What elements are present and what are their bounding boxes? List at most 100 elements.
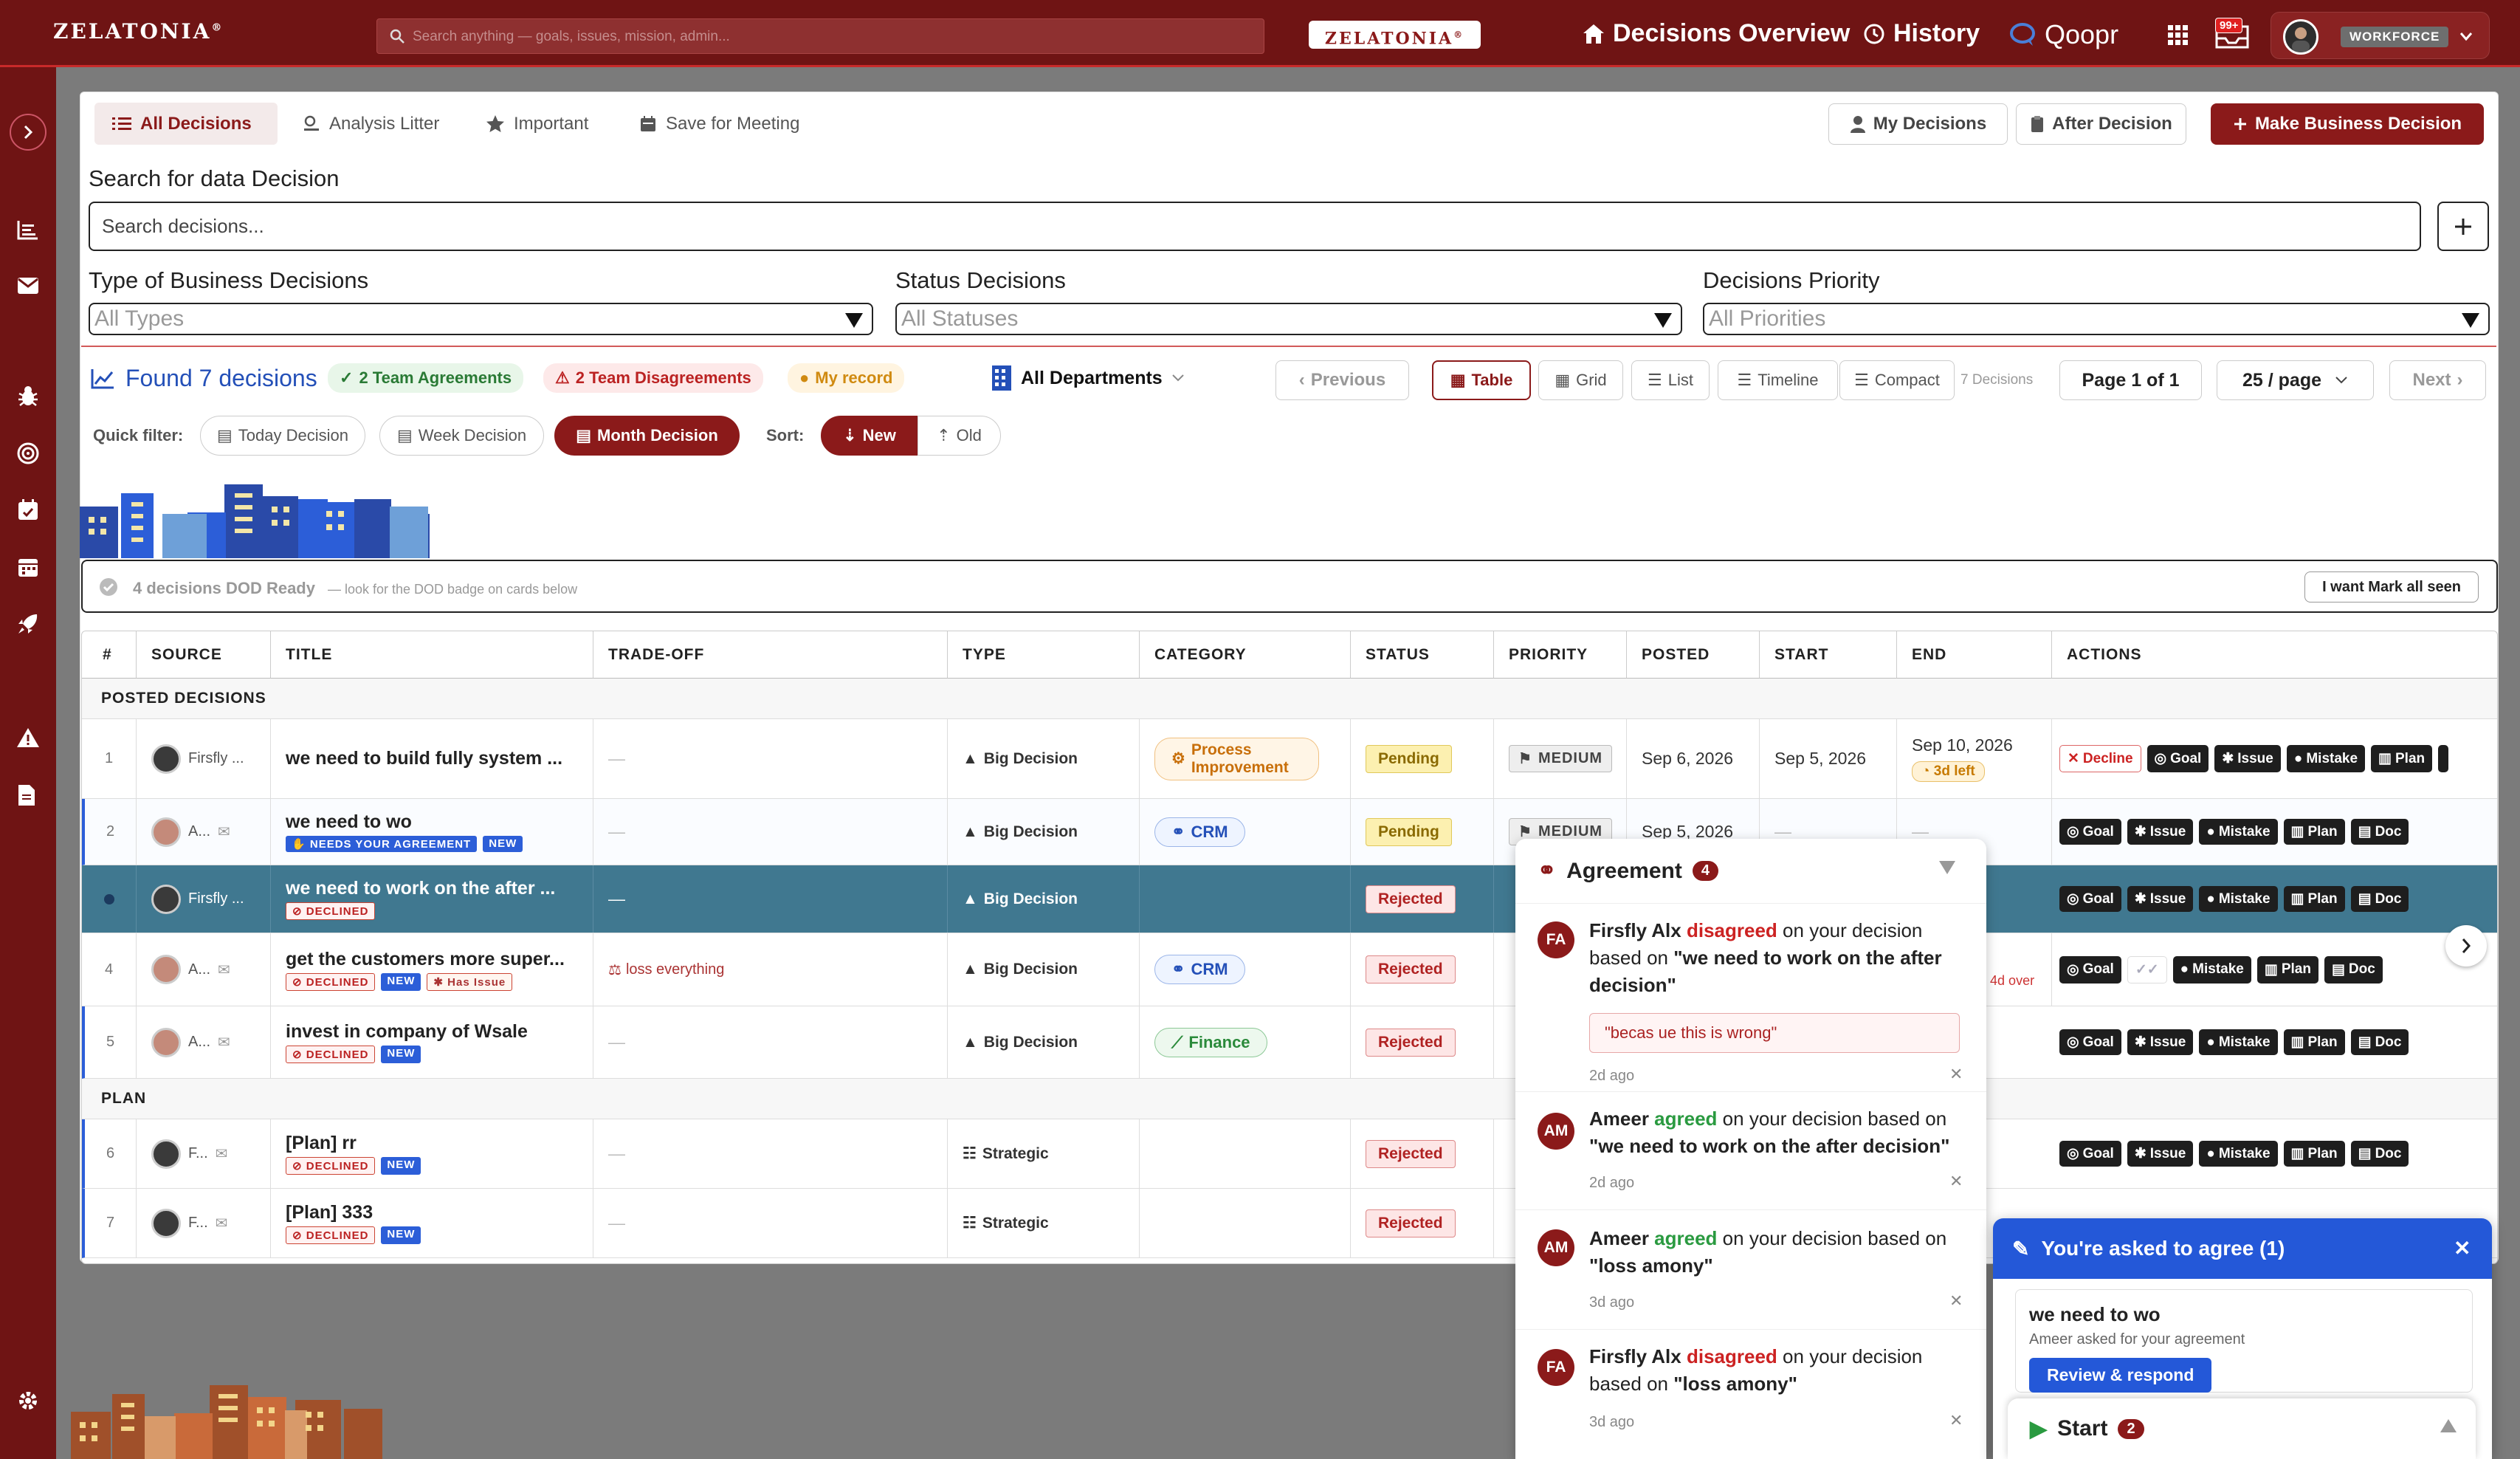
collapse-icon[interactable]	[1938, 859, 1957, 876]
nav-qoopr[interactable]: Qoopr	[2009, 19, 2118, 50]
tab-important[interactable]: Important	[468, 103, 606, 145]
month-decision-filter[interactable]: ▤ Month Decision	[554, 416, 740, 456]
tab-analysis-litter[interactable]: Analysis Litter	[285, 103, 457, 145]
issue-button[interactable]: ✱ Issue	[2127, 819, 2194, 845]
issue-button[interactable]: ✱ Issue	[2127, 1141, 2194, 1167]
today-decision-filter[interactable]: ▤ Today Decision	[200, 416, 365, 456]
calendar-icon[interactable]	[16, 555, 40, 579]
doc-button[interactable]: ▤ Doc	[2350, 819, 2409, 845]
goal-button[interactable]: ◎ Goal	[2059, 1029, 2121, 1055]
table-row-selected[interactable]: Firsfly ... we need to work on the after…	[82, 865, 2497, 933]
warning-icon[interactable]	[16, 727, 40, 749]
user-menu[interactable]: WORKFORCE	[2271, 12, 2490, 59]
row-title[interactable]: get the customers more super...	[286, 949, 565, 970]
row-title[interactable]: we need to work on the after ...	[286, 878, 555, 899]
table-row[interactable]: 1 Firsfly ... we need to build fully sys…	[82, 719, 2497, 799]
row-title[interactable]: [Plan] 333	[286, 1202, 373, 1223]
departments-select[interactable]: All Departments	[991, 365, 1185, 391]
review-respond-button[interactable]: Review & respond	[2029, 1358, 2212, 1393]
col-header-posted[interactable]: POSTED	[1627, 631, 1760, 679]
mistake-button[interactable]: ● Mistake	[2199, 1029, 2278, 1055]
notification-item[interactable]: AM Ameer agreed on your decision based o…	[1515, 1092, 1986, 1210]
my-record-chip[interactable]: ● My record	[788, 363, 905, 393]
col-header-source[interactable]: SOURCE	[137, 631, 271, 679]
mistake-button[interactable]: ● Mistake	[2199, 819, 2278, 845]
plan-button[interactable]: ▥ Plan	[2283, 886, 2345, 912]
per-page-select[interactable]: 25 / page	[2217, 360, 2374, 400]
decision-search-input[interactable]: Search decisions...	[89, 202, 2421, 251]
sort-old-button[interactable]: ⇡ Old	[918, 416, 1001, 456]
document-icon[interactable]	[16, 783, 37, 807]
plan-button[interactable]: ▥ Plan	[2283, 1029, 2345, 1055]
col-header-tradeoff[interactable]: TRADE-OFF	[593, 631, 948, 679]
decline-button[interactable]: ✕ Decline	[2059, 745, 2141, 772]
col-header-category[interactable]: CATEGORY	[1140, 631, 1351, 679]
team-agreements-chip[interactable]: ✓ 2 Team Agreements	[328, 363, 524, 393]
agreement-panel-header[interactable]: ⚭ Agreement 4	[1515, 839, 1986, 904]
table-row[interactable]: 6 F... ✉ [Plan] rr ⊘ DECLINED NEW — ☷ Strate…	[82, 1119, 2497, 1189]
mistake-button[interactable]: ● Mistake	[2172, 955, 2251, 983]
my-decisions-button[interactable]: My Decisions	[1828, 103, 2008, 145]
nav-history[interactable]: History	[1862, 19, 1980, 48]
tab-all-decisions[interactable]: All Decisions	[94, 103, 278, 145]
goal-button[interactable]: ◎ Goal	[2059, 819, 2121, 845]
after-decision-button[interactable]: After Decision	[2016, 103, 2186, 145]
rocket-icon[interactable]	[16, 612, 40, 636]
apps-grid-icon[interactable]	[2167, 24, 2189, 47]
settings-icon[interactable]	[16, 1389, 40, 1412]
dismiss-icon[interactable]: ✕	[1949, 1065, 1963, 1084]
dismiss-icon[interactable]: ✕	[1949, 1172, 1963, 1191]
doc-button[interactable]: ▤ Doc	[2350, 886, 2409, 912]
issue-button[interactable]: ✱ Issue	[2214, 745, 2281, 772]
notification-item[interactable]: FA Firsfly Alx disagreed on your decisio…	[1515, 1330, 1986, 1459]
plan-button[interactable]: ▥ Plan	[2371, 745, 2433, 772]
chart-icon[interactable]	[16, 219, 40, 241]
mistake-button[interactable]: ● Mistake	[2286, 745, 2366, 772]
previous-page-button[interactable]: ‹ Previous	[1276, 360, 1409, 400]
view-compact-button[interactable]: ☰ Compact	[1839, 360, 1955, 400]
col-header-priority[interactable]: PRIORITY	[1494, 631, 1627, 679]
issue-button[interactable]: ✱ Issue	[2127, 1029, 2194, 1055]
col-header-title[interactable]: TITLE	[271, 631, 593, 679]
col-header-type[interactable]: TYPE	[948, 631, 1140, 679]
brand-logo[interactable]: ZELATONIA®	[53, 19, 221, 44]
goal-button[interactable]: ◎ Goal	[2147, 745, 2209, 772]
start-bar[interactable]: ▶ Start 2	[2008, 1398, 2476, 1459]
type-filter-select[interactable]: All Types	[89, 303, 873, 335]
col-header-start[interactable]: START	[1760, 631, 1897, 679]
row-title[interactable]: we need to wo	[286, 811, 412, 833]
next-page-button[interactable]: Next ›	[2389, 360, 2486, 400]
global-search[interactable]: Search anything — goals, issues, mission…	[376, 18, 1264, 54]
calendar-check-icon[interactable]	[16, 498, 40, 522]
col-header-status[interactable]: STATUS	[1351, 631, 1494, 679]
view-table-button[interactable]: ▦ Table	[1432, 360, 1531, 400]
plan-button[interactable]: ▥ Plan	[2283, 819, 2345, 845]
nav-decisions-overview[interactable]: Decisions Overview	[1582, 19, 1850, 48]
goal-button[interactable]: ◎ Goal	[2059, 886, 2121, 912]
notifications-button[interactable]: 99+	[2214, 18, 2251, 50]
dismiss-icon[interactable]: ✕	[1949, 1291, 1963, 1311]
target-icon[interactable]	[16, 442, 40, 465]
close-icon[interactable]: ✕	[2454, 1236, 2471, 1260]
plan-button[interactable]: ▥ Plan	[2283, 1141, 2345, 1167]
col-header-actions[interactable]: ACTIONS	[2052, 631, 2497, 679]
mark-all-seen-button[interactable]: I want Mark all seen	[2304, 571, 2479, 603]
table-row[interactable]: 2 A... ✉ we need to wo ✋ NEEDS YOUR AGREEM…	[82, 799, 2497, 865]
make-business-decision-button[interactable]: Make Business Decision	[2211, 103, 2484, 145]
row-title[interactable]: we need to build fully system ...	[286, 748, 562, 769]
view-list-button[interactable]: ☰ List	[1631, 360, 1710, 400]
goal-button[interactable]: ◎ Goal	[2059, 1141, 2121, 1167]
mail-icon[interactable]	[16, 275, 40, 296]
notification-item[interactable]: AM Ameer agreed on your decision based o…	[1515, 1210, 1986, 1330]
dismiss-icon[interactable]: ✕	[1949, 1411, 1963, 1430]
mistake-button[interactable]: ● Mistake	[2199, 1141, 2278, 1167]
status-filter-select[interactable]: All Statuses	[895, 303, 1682, 335]
goal-button[interactable]: ◎ Goal	[2059, 955, 2121, 983]
week-decision-filter[interactable]: ▤ Week Decision	[379, 416, 544, 456]
sort-new-button[interactable]: ⇣ New	[821, 416, 918, 456]
col-header-end[interactable]: END	[1897, 631, 2052, 679]
table-row[interactable]: 5 A... ✉ invest in company of Wsale ⊘ DECL…	[82, 1006, 2497, 1079]
more-action-button[interactable]	[2438, 745, 2449, 772]
col-header-number[interactable]: #	[82, 631, 137, 679]
notification-item[interactable]: FA Firsfly Alx disagreed on your decisio…	[1515, 904, 1986, 1092]
